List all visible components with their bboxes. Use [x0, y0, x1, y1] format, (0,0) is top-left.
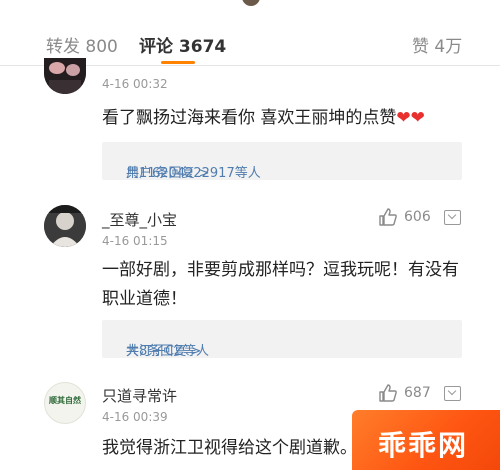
tab-reposts[interactable]: 转发 800: [46, 32, 118, 57]
heart-icon: ❤: [410, 108, 425, 128]
heart-icon: ❤: [396, 108, 411, 128]
avatar-text: 顺其自然: [49, 396, 81, 405]
comment-time: 4-16 01:15: [102, 234, 168, 248]
avatar[interactable]: [44, 205, 86, 247]
comment-text-content: 看了飘扬过海来看你 喜欢王丽坤的点赞❤❤: [102, 108, 425, 128]
tab-likes[interactable]: 赞 4万: [412, 32, 462, 57]
reply-count[interactable]: 共11条回复 >: [126, 162, 210, 181]
reply-count[interactable]: 共8条回复 >: [126, 340, 201, 359]
comment-text: 一部好剧，非要剪成那样吗？逗我玩呢！有没有职业道德！: [102, 260, 459, 309]
reply-summary[interactable]: 用户6204222917等人 共11条回复 >: [102, 142, 462, 181]
more-icon[interactable]: [444, 386, 461, 401]
top-strip: [0, 0, 500, 14]
partial-avatar: [242, 0, 260, 6]
watermark-logo: 乖乖网: [352, 410, 500, 470]
username[interactable]: 只道寻常许: [102, 385, 177, 406]
watermark-text: 乖乖网: [378, 429, 469, 462]
avatar-photo: [44, 205, 86, 247]
comment-time: 4-16 00:39: [102, 410, 168, 424]
avatar-photo: [44, 58, 86, 94]
username[interactable]: _至尊_小宝: [102, 209, 177, 230]
tab-comments[interactable]: 评论 3674: [139, 32, 226, 57]
thumbs-up-icon[interactable]: [378, 207, 398, 227]
avatar[interactable]: 顺其自然: [44, 382, 86, 424]
more-icon[interactable]: [444, 210, 461, 225]
like-count: 606: [404, 209, 431, 225]
reply-summary[interactable]: 大汀子CZ等人 共8条回复 >: [102, 320, 462, 359]
avatar[interactable]: [44, 58, 86, 94]
thumbs-up-icon[interactable]: [378, 383, 398, 403]
tab-active-indicator: [161, 61, 195, 64]
comment-text: 看了飘扬过海来看你 喜欢王丽坤的点赞❤❤: [102, 104, 474, 133]
comment-time: 4-16 00:32: [102, 77, 168, 91]
like-count: 687: [404, 385, 431, 401]
